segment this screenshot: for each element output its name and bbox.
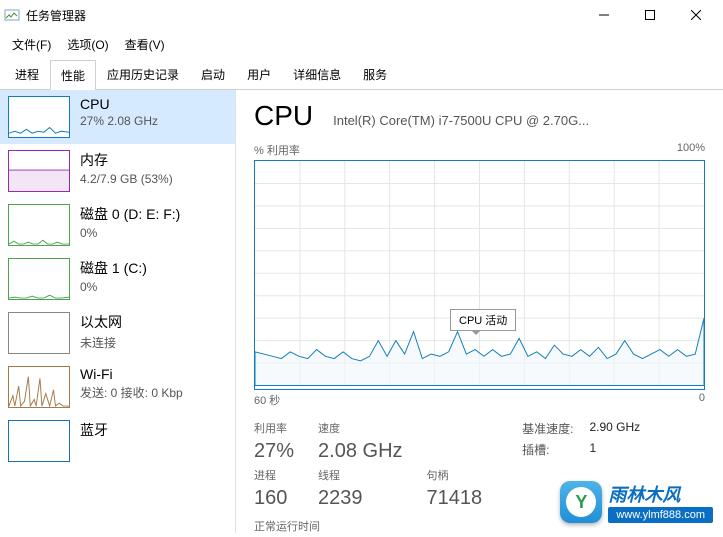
watermark-brand: 雨林木风 — [608, 481, 680, 507]
tab-app-history[interactable]: 应用历史记录 — [96, 59, 190, 89]
sidebar-wifi-sub: 发送: 0 接收: 0 Kbp — [80, 384, 227, 401]
util-value: 27% — [254, 440, 294, 463]
titlebar: 任务管理器 — [0, 0, 723, 30]
cpu-thumbnail-icon — [8, 96, 70, 138]
sidebar-item-cpu[interactable]: CPU 27% 2.08 GHz — [0, 90, 235, 144]
sidebar-item-wifi[interactable]: Wi-Fi 发送: 0 接收: 0 Kbp — [0, 360, 235, 414]
cpu-chart[interactable]: CPU 活动 — [254, 160, 705, 390]
chart-label-right: 100% — [677, 142, 705, 158]
tab-details[interactable]: 详细信息 — [282, 59, 352, 89]
window-controls — [581, 0, 719, 30]
disk0-thumbnail-icon — [8, 204, 70, 246]
sidebar-disk0-sub: 0% — [80, 226, 227, 240]
chart-tooltip: CPU 活动 — [450, 309, 516, 331]
close-button[interactable] — [673, 0, 719, 30]
watermark: Y 雨林木风 www.ylmf888.com — [560, 481, 713, 523]
menu-file[interactable]: 文件(F) — [4, 32, 59, 57]
menu-options[interactable]: 选项(O) — [59, 32, 116, 57]
handles-value: 71418 — [427, 487, 483, 510]
base-speed-label: 基准速度: — [522, 420, 573, 437]
sidebar-wifi-title: Wi-Fi — [80, 366, 227, 382]
speed-label: 速度 — [318, 420, 402, 436]
sidebar-cpu-sub: 27% 2.08 GHz — [80, 114, 227, 128]
maximize-button[interactable] — [627, 0, 673, 30]
window-title: 任务管理器 — [26, 7, 581, 24]
sockets-value: 1 — [589, 441, 640, 458]
chart-bottom-right: 0 — [699, 392, 705, 408]
sidebar-ethernet-title: 以太网 — [80, 312, 227, 332]
base-speed-value: 2.90 GHz — [589, 420, 640, 437]
sidebar: CPU 27% 2.08 GHz 内存 4.2/7.9 GB (53%) 磁盘 … — [0, 90, 236, 533]
ethernet-thumbnail-icon — [8, 312, 70, 354]
disk1-thumbnail-icon — [8, 258, 70, 300]
sidebar-memory-title: 内存 — [80, 150, 227, 170]
sidebar-ethernet-sub: 未连接 — [80, 334, 227, 351]
proc-value: 160 — [254, 487, 294, 510]
sidebar-disk1-title: 磁盘 1 (C:) — [80, 258, 227, 278]
sidebar-item-bluetooth[interactable]: 蓝牙 — [0, 414, 235, 468]
sidebar-item-ethernet[interactable]: 以太网 未连接 — [0, 306, 235, 360]
sidebar-bluetooth-title: 蓝牙 — [80, 420, 227, 440]
watermark-url: www.ylmf888.com — [608, 507, 713, 523]
proc-label: 进程 — [254, 467, 294, 483]
main-panel: CPU Intel(R) Core(TM) i7-7500U CPU @ 2.7… — [236, 90, 723, 533]
tab-startup[interactable]: 启动 — [190, 59, 236, 89]
sidebar-item-memory[interactable]: 内存 4.2/7.9 GB (53%) — [0, 144, 235, 198]
chart-label-left: % 利用率 — [254, 142, 300, 158]
tab-processes[interactable]: 进程 — [4, 59, 50, 89]
sidebar-cpu-title: CPU — [80, 96, 227, 112]
threads-value: 2239 — [318, 487, 402, 510]
sidebar-item-disk0[interactable]: 磁盘 0 (D: E: F:) 0% — [0, 198, 235, 252]
cpu-model: Intel(R) Core(TM) i7-7500U CPU @ 2.70G..… — [333, 113, 705, 128]
wifi-thumbnail-icon — [8, 366, 70, 408]
sidebar-item-disk1[interactable]: 磁盘 1 (C:) 0% — [0, 252, 235, 306]
chart-bottom-left: 60 秒 — [254, 392, 280, 408]
sidebar-memory-sub: 4.2/7.9 GB (53%) — [80, 172, 227, 186]
memory-thumbnail-icon — [8, 150, 70, 192]
menubar: 文件(F) 选项(O) 查看(V) — [0, 30, 723, 59]
main-title: CPU — [254, 100, 313, 132]
app-icon — [4, 7, 20, 23]
minimize-button[interactable] — [581, 0, 627, 30]
tab-services[interactable]: 服务 — [352, 59, 398, 89]
menu-view[interactable]: 查看(V) — [117, 32, 173, 57]
speed-value: 2.08 GHz — [318, 440, 402, 463]
content: CPU 27% 2.08 GHz 内存 4.2/7.9 GB (53%) 磁盘 … — [0, 90, 723, 533]
threads-label: 线程 — [318, 467, 402, 483]
sidebar-disk1-sub: 0% — [80, 280, 227, 294]
tab-performance[interactable]: 性能 — [50, 60, 96, 90]
tab-users[interactable]: 用户 — [236, 59, 282, 89]
tabs: 进程 性能 应用历史记录 启动 用户 详细信息 服务 — [0, 59, 723, 90]
sockets-label: 插槽: — [522, 441, 573, 458]
watermark-badge-icon: Y — [560, 481, 602, 523]
handles-label: 句柄 — [427, 467, 483, 483]
util-label: 利用率 — [254, 420, 294, 436]
bluetooth-thumbnail-icon — [8, 420, 70, 462]
sidebar-disk0-title: 磁盘 0 (D: E: F:) — [80, 204, 227, 224]
